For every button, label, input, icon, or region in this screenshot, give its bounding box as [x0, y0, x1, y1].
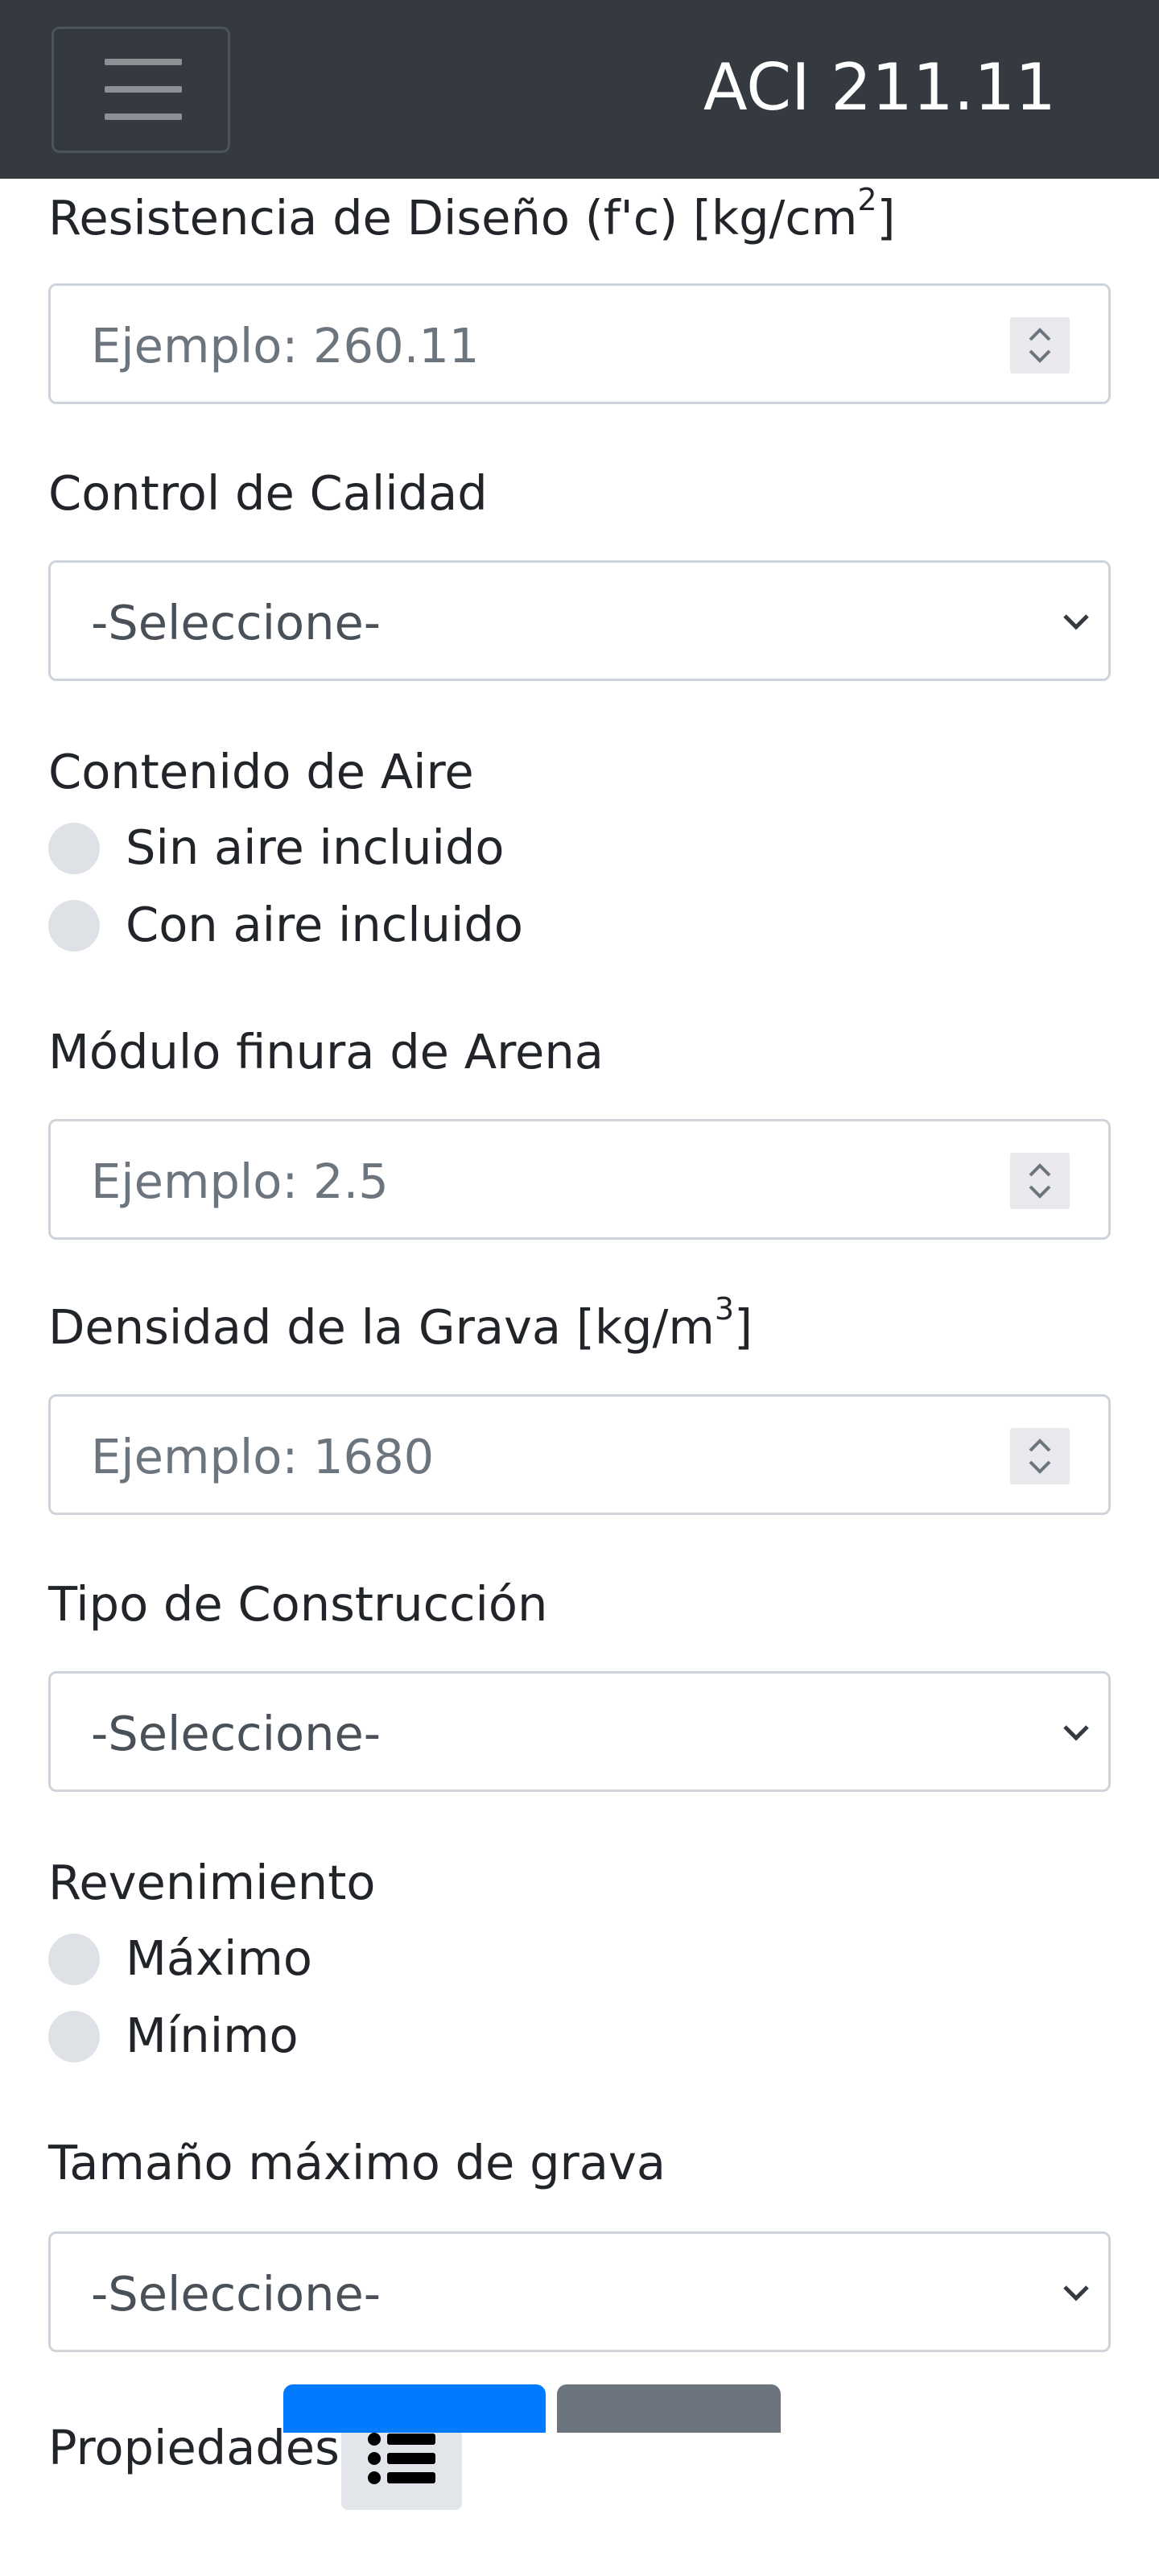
quality-selected: -Seleccione-: [91, 595, 382, 650]
radio-label: Mínimo: [126, 2008, 299, 2063]
list-icon: [368, 2433, 435, 2484]
fc-placeholder: Ejemplo: 260.11: [91, 318, 480, 374]
construction-label: Tipo de Construcción: [48, 1576, 548, 1632]
quality-select[interactable]: -Seleccione-: [48, 560, 1111, 681]
max-gravel-selected: -Seleccione-: [91, 2266, 382, 2322]
construction-selected: -Seleccione-: [91, 1706, 382, 1761]
air-label: Contenido de Aire: [48, 744, 474, 799]
quality-label: Control de Calidad: [48, 465, 488, 521]
fc-label: Resistencia de Diseño (f'c) [kg/cm2]: [48, 182, 896, 246]
fc-input[interactable]: Ejemplo: 260.11: [48, 283, 1111, 404]
fineness-label: Módulo finura de Arena: [48, 1024, 604, 1080]
number-spinner-icon[interactable]: [1010, 1153, 1070, 1209]
gravel-density-input[interactable]: Ejemplo: 1680: [48, 1394, 1111, 1515]
radio-button[interactable]: [48, 2011, 100, 2062]
gravel-density-placeholder: Ejemplo: 1680: [91, 1429, 435, 1484]
radio-button[interactable]: [48, 1934, 100, 1985]
construction-select[interactable]: -Seleccione-: [48, 1671, 1111, 1792]
number-spinner-icon[interactable]: [1010, 317, 1070, 374]
fineness-input[interactable]: Ejemplo: 2.5: [48, 1119, 1111, 1240]
navbar: ACI 211.11: [0, 0, 1159, 179]
radio-button[interactable]: [48, 823, 100, 874]
radio-label: Máximo: [126, 1930, 312, 1986]
chevron-down-icon: [1063, 614, 1089, 630]
radio-label: Con aire incluido: [126, 897, 523, 952]
max-gravel-label: Tamaño máximo de grava: [48, 2135, 666, 2190]
secondary-action-button[interactable]: [557, 2384, 781, 2433]
number-spinner-icon[interactable]: [1010, 1428, 1070, 1484]
fineness-placeholder: Ejemplo: 2.5: [91, 1154, 389, 1209]
radio-label: Sin aire incluido: [126, 819, 505, 875]
hamburger-menu-icon[interactable]: [52, 27, 230, 153]
primary-action-button[interactable]: [283, 2384, 546, 2433]
navbar-brand[interactable]: ACI 211.11: [703, 50, 1056, 125]
radio-button[interactable]: [48, 900, 100, 952]
chevron-down-icon: [1063, 2285, 1089, 2301]
chevron-down-icon: [1063, 1725, 1089, 1741]
max-gravel-select[interactable]: -Seleccione-: [48, 2231, 1111, 2352]
gravel-density-label: Densidad de la Grava [kg/m3]: [48, 1291, 753, 1355]
slump-label: Revenimiento: [48, 1855, 376, 1910]
